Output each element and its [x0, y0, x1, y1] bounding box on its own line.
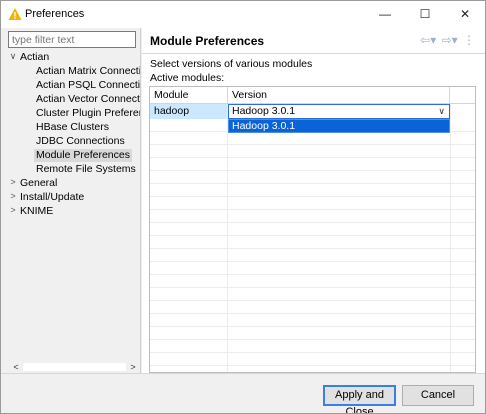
main-area: ∨ Actian Actian Matrix Connectio Actian …: [1, 28, 485, 373]
maximize-button[interactable]: ☐: [405, 1, 445, 28]
chevron-down-icon[interactable]: ∨: [438, 105, 445, 118]
table-row: [150, 184, 475, 197]
splitter[interactable]: [140, 28, 141, 373]
table-row: [150, 158, 475, 171]
version-dropdown-option[interactable]: Hadoop 3.0.1: [228, 119, 450, 133]
tree-item-install-update[interactable]: Install/Update: [20, 191, 84, 204]
collapse-twisty-icon[interactable]: >: [8, 177, 18, 190]
filter-input[interactable]: [8, 31, 136, 48]
tree-item-module-preferences[interactable]: Module Preferences: [34, 149, 132, 162]
table-row: [150, 171, 475, 184]
forward-arrow-icon[interactable]: ⇨▾: [442, 33, 458, 47]
table-row: [150, 132, 475, 145]
title-bar: Preferences — ☐ ✕: [1, 1, 485, 28]
table-row: [150, 314, 475, 327]
tree-item-cluster-plugin[interactable]: Cluster Plugin Preferenc: [36, 107, 140, 120]
back-arrow-icon[interactable]: ⇦▾: [420, 33, 436, 47]
view-menu-icon[interactable]: ⋮: [463, 33, 475, 47]
module-cell[interactable]: hadoop: [150, 104, 227, 119]
table-row: [150, 236, 475, 249]
cancel-button[interactable]: Cancel: [402, 385, 474, 406]
window-title: Preferences: [25, 8, 85, 20]
close-button[interactable]: ✕: [445, 1, 485, 28]
scroll-left-icon[interactable]: <: [9, 362, 23, 372]
table-row: [150, 145, 475, 158]
table-row: [150, 327, 475, 340]
table-row: [150, 197, 475, 210]
table-row: [150, 275, 475, 288]
table-row: [150, 301, 475, 314]
minimize-button[interactable]: —: [365, 1, 405, 28]
tree-item-actian-matrix[interactable]: Actian Matrix Connectio: [36, 65, 140, 78]
collapse-twisty-icon[interactable]: >: [8, 205, 18, 218]
table-row: [150, 262, 475, 275]
page-description: Select versions of various modules: [150, 58, 313, 70]
preferences-tree-panel: ∨ Actian Actian Matrix Connectio Actian …: [5, 28, 140, 373]
header-divider: [142, 53, 485, 54]
tree-item-general[interactable]: General: [20, 177, 57, 190]
column-header-version[interactable]: Version: [228, 87, 450, 104]
column-header-filler: [450, 87, 475, 104]
table-row: [150, 288, 475, 301]
scroll-track[interactable]: [23, 363, 126, 371]
table-row: [150, 353, 475, 366]
warning-triangle-icon: [8, 8, 22, 20]
tree-item-actian-vector[interactable]: Actian Vector Connectio: [36, 93, 140, 106]
scroll-right-icon[interactable]: >: [126, 362, 140, 372]
tree-item-actian-psql[interactable]: Actian PSQL Connection: [36, 79, 140, 92]
preference-page: Module Preferences ⇦▾ ⇨▾ ⋮ Select versio…: [142, 28, 485, 373]
table-row: [150, 223, 475, 236]
tree-item-remote-file-systems[interactable]: Remote File Systems: [36, 163, 136, 176]
tree-item-hbase-clusters[interactable]: HBase Clusters: [36, 121, 109, 134]
page-title: Module Preferences: [150, 34, 265, 48]
table-row: [150, 210, 475, 223]
version-combo[interactable]: Hadoop 3.0.1 ∨: [228, 104, 450, 119]
version-combo-value: Hadoop 3.0.1: [232, 105, 296, 117]
tree-item-jdbc-connections[interactable]: JDBC Connections: [36, 135, 125, 148]
column-header-module[interactable]: Module: [150, 87, 228, 104]
page-navigation: ⇦▾ ⇨▾ ⋮: [418, 33, 475, 47]
preferences-tree: ∨ Actian Actian Matrix Connectio Actian …: [5, 50, 140, 360]
tree-item-actian[interactable]: Actian: [20, 51, 49, 64]
expand-twisty-icon[interactable]: ∨: [8, 51, 18, 64]
collapse-twisty-icon[interactable]: >: [8, 191, 18, 204]
table-row: [150, 340, 475, 353]
active-modules-label: Active modules:: [150, 72, 225, 84]
dialog-footer: Apply and Close Cancel: [1, 373, 485, 413]
horizontal-scrollbar[interactable]: < >: [9, 362, 140, 372]
apply-and-close-button[interactable]: Apply and Close: [323, 385, 396, 413]
preferences-window: Preferences — ☐ ✕ ∨ Actian Actian Matrix…: [0, 0, 486, 414]
tree-item-knime[interactable]: KNIME: [20, 205, 53, 218]
modules-table: Module Version hadoop Hadoop 3.0.1 ∨ Had…: [149, 86, 476, 373]
table-row: [150, 249, 475, 262]
